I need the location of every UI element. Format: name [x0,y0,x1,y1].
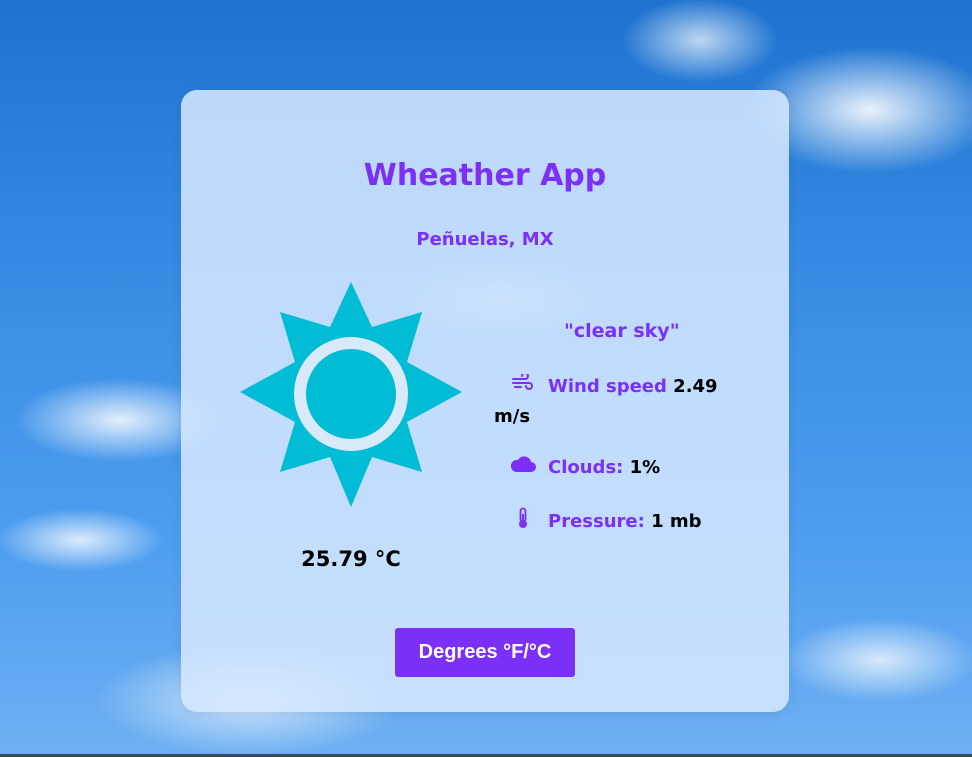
weather-description: "clear sky" [564,320,680,342]
pressure-row: Pressure: 1 mb [508,507,702,537]
location-label: Peñuelas, MX [416,229,554,250]
sky-background: Wheather App Peñuelas, MX 25.79 °C "clea… [0,0,972,757]
unit-toggle-button[interactable]: Degrees °F/°C [395,628,575,677]
wind-speed-value: 2.49 [673,376,718,397]
wind-speed-row: Wind speed 2.49 m/s [494,372,734,432]
temperature-value: 25.79 °C [301,547,401,571]
wind-speed-label: Wind speed [548,376,667,397]
clouds-row: Clouds: 1% [508,455,660,481]
wind-icon [508,372,538,402]
app-title: Wheather App [363,158,607,193]
sun-icon [240,282,462,507]
weather-card: Wheather App Peñuelas, MX 25.79 °C "clea… [181,90,789,712]
pressure-label: Pressure: [548,511,645,532]
clouds-value: 1% [629,457,661,478]
thermometer-icon [508,507,538,537]
cloud-icon [508,455,538,481]
wind-speed-unit: m/s [494,406,531,427]
clouds-label: Clouds: [548,457,624,478]
pressure-value: 1 mb [651,511,702,532]
